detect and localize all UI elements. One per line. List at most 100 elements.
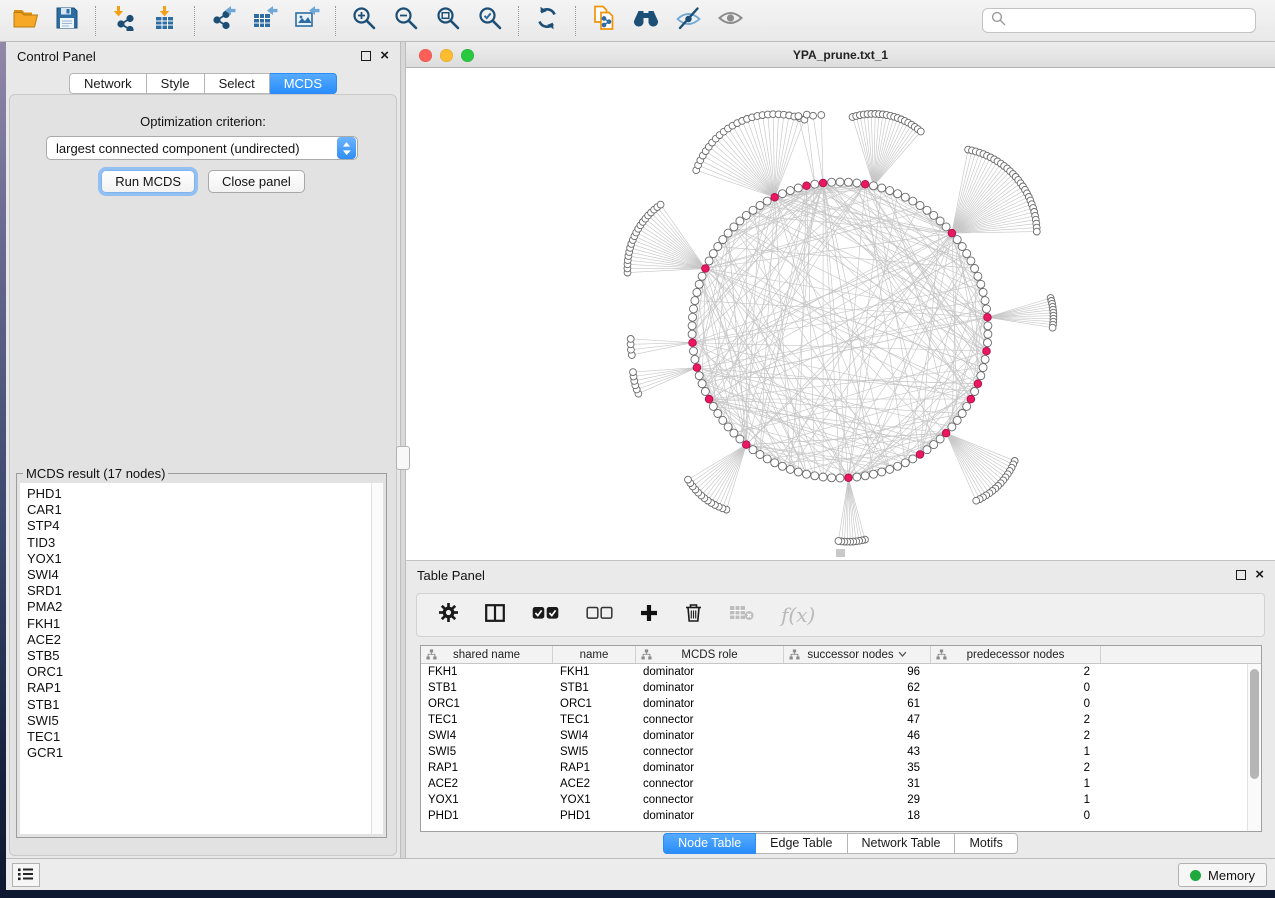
mcds-result-item[interactable]: FKH1 xyxy=(27,616,371,632)
zoom-fit-button[interactable] xyxy=(433,6,463,36)
mcds-result-item[interactable]: SRD1 xyxy=(27,583,371,599)
table-cell[interactable]: FKH1 xyxy=(421,666,553,678)
close-mcds-panel-button[interactable]: Close panel xyxy=(208,170,305,193)
delete-column-button[interactable] xyxy=(685,603,702,627)
window-zoom-icon[interactable] xyxy=(461,49,474,62)
table-cell[interactable]: YOX1 xyxy=(553,794,636,806)
table-cell[interactable]: SWI5 xyxy=(553,746,636,758)
tab-select[interactable]: Select xyxy=(205,73,270,94)
mcds-result-item[interactable]: PMA2 xyxy=(27,599,371,615)
apply-layout-button[interactable] xyxy=(532,6,562,36)
table-cell[interactable]: dominator xyxy=(636,810,784,822)
table-cell[interactable]: connector xyxy=(636,746,784,758)
table-cell[interactable]: PHD1 xyxy=(421,810,553,822)
tab-network[interactable]: Network xyxy=(69,73,147,94)
table-cell[interactable]: ACE2 xyxy=(421,778,553,790)
save-session-button[interactable] xyxy=(52,6,82,36)
import-table-button[interactable] xyxy=(151,6,181,36)
mcds-result-item[interactable]: PHD1 xyxy=(27,486,371,502)
select-all-button[interactable] xyxy=(532,606,559,625)
mcds-result-item[interactable]: YOX1 xyxy=(27,551,371,567)
table-cell[interactable]: TEC1 xyxy=(553,714,636,726)
network-splitter-grip[interactable] xyxy=(836,549,845,557)
zoom-in-button[interactable] xyxy=(349,6,379,36)
mcds-result-item[interactable]: ORC1 xyxy=(27,664,371,680)
export-table-button[interactable] xyxy=(250,6,280,36)
mcds-result-item[interactable]: SWI4 xyxy=(27,567,371,583)
table-settings-button[interactable] xyxy=(439,603,458,627)
table-cell[interactable]: 43 xyxy=(784,746,931,758)
table-cell[interactable]: dominator xyxy=(636,698,784,710)
tab-network-table[interactable]: Network Table xyxy=(848,833,956,854)
table-cell[interactable]: dominator xyxy=(636,762,784,774)
panel-splitter[interactable] xyxy=(400,42,406,858)
table-scrollbar-thumb[interactable] xyxy=(1250,669,1259,779)
table-row[interactable]: STB1STB1dominator620 xyxy=(421,680,1261,696)
table-cell[interactable]: 1 xyxy=(931,794,1101,806)
table-cell[interactable]: 46 xyxy=(784,730,931,742)
zoom-out-button[interactable] xyxy=(391,6,421,36)
column-header-shared-name[interactable]: shared name xyxy=(421,646,553,663)
table-cell[interactable]: RAP1 xyxy=(421,762,553,774)
table-cell[interactable]: 96 xyxy=(784,666,931,678)
table-row[interactable]: RAP1RAP1dominator352 xyxy=(421,760,1261,776)
tab-motifs[interactable]: Motifs xyxy=(955,833,1017,854)
table-row[interactable]: YOX1YOX1connector291 xyxy=(421,792,1261,808)
export-image-button[interactable] xyxy=(292,6,322,36)
table-cell[interactable]: SWI4 xyxy=(421,730,553,742)
first-neighbors-button[interactable] xyxy=(631,6,661,36)
duplicate-network-button[interactable] xyxy=(589,6,619,36)
tab-mcds[interactable]: MCDS xyxy=(270,73,337,94)
table-cell[interactable]: dominator xyxy=(636,682,784,694)
table-cell[interactable]: 2 xyxy=(931,714,1101,726)
splitter-grip[interactable] xyxy=(396,446,410,470)
mcds-result-item[interactable]: STB5 xyxy=(27,648,371,664)
window-minimize-icon[interactable] xyxy=(440,49,453,62)
table-cell[interactable]: dominator xyxy=(636,730,784,742)
table-cell[interactable]: 61 xyxy=(784,698,931,710)
mcds-result-item[interactable]: STB1 xyxy=(27,697,371,713)
close-table-panel-icon[interactable]: × xyxy=(1255,570,1264,580)
tab-style[interactable]: Style xyxy=(147,73,205,94)
table-cell[interactable]: dominator xyxy=(636,666,784,678)
table-cell[interactable]: 29 xyxy=(784,794,931,806)
table-cell[interactable]: 1 xyxy=(931,778,1101,790)
tab-node-table[interactable]: Node Table xyxy=(663,833,756,854)
table-cell[interactable]: 31 xyxy=(784,778,931,790)
mcds-result-item[interactable]: SWI5 xyxy=(27,713,371,729)
table-cell[interactable]: connector xyxy=(636,794,784,806)
column-header-MCDS-role[interactable]: MCDS role xyxy=(636,646,784,663)
memory-button[interactable]: Memory xyxy=(1178,863,1267,887)
zoom-selected-button[interactable] xyxy=(475,6,505,36)
table-cell[interactable]: TEC1 xyxy=(421,714,553,726)
deselect-all-button[interactable] xyxy=(586,606,613,625)
column-header-successor-nodes[interactable]: successor nodes xyxy=(784,646,931,663)
column-header-predecessor-nodes[interactable]: predecessor nodes xyxy=(931,646,1101,663)
table-cell[interactable]: STB1 xyxy=(421,682,553,694)
table-row[interactable]: SWI4SWI4dominator462 xyxy=(421,728,1261,744)
table-cell[interactable]: SWI5 xyxy=(421,746,553,758)
table-cell[interactable]: RAP1 xyxy=(553,762,636,774)
import-network-button[interactable] xyxy=(109,6,139,36)
table-cell[interactable]: PHD1 xyxy=(553,810,636,822)
table-cell[interactable]: STB1 xyxy=(553,682,636,694)
hide-selected-button[interactable] xyxy=(673,6,703,36)
mcds-result-item[interactable]: CAR1 xyxy=(27,502,371,518)
criterion-dropdown[interactable]: largest connected component (undirected) xyxy=(46,136,358,160)
table-cell[interactable]: FKH1 xyxy=(553,666,636,678)
mcds-result-item[interactable]: STP4 xyxy=(27,518,371,534)
table-cell[interactable]: YOX1 xyxy=(421,794,553,806)
table-cell[interactable]: ORC1 xyxy=(553,698,636,710)
table-row[interactable]: ORC1ORC1dominator610 xyxy=(421,696,1261,712)
table-row[interactable]: SWI5SWI5connector431 xyxy=(421,744,1261,760)
table-row[interactable]: TEC1TEC1connector472 xyxy=(421,712,1261,728)
table-cell[interactable]: SWI4 xyxy=(553,730,636,742)
mcds-result-item[interactable]: TID3 xyxy=(27,535,371,551)
table-cell[interactable]: 0 xyxy=(931,810,1101,822)
table-row[interactable]: FKH1FKH1dominator962 xyxy=(421,664,1261,680)
table-cell[interactable]: connector xyxy=(636,778,784,790)
table-cell[interactable]: 2 xyxy=(931,762,1101,774)
add-column-button[interactable] xyxy=(640,604,658,627)
table-cell[interactable]: 2 xyxy=(931,666,1101,678)
open-file-button[interactable] xyxy=(10,6,40,36)
